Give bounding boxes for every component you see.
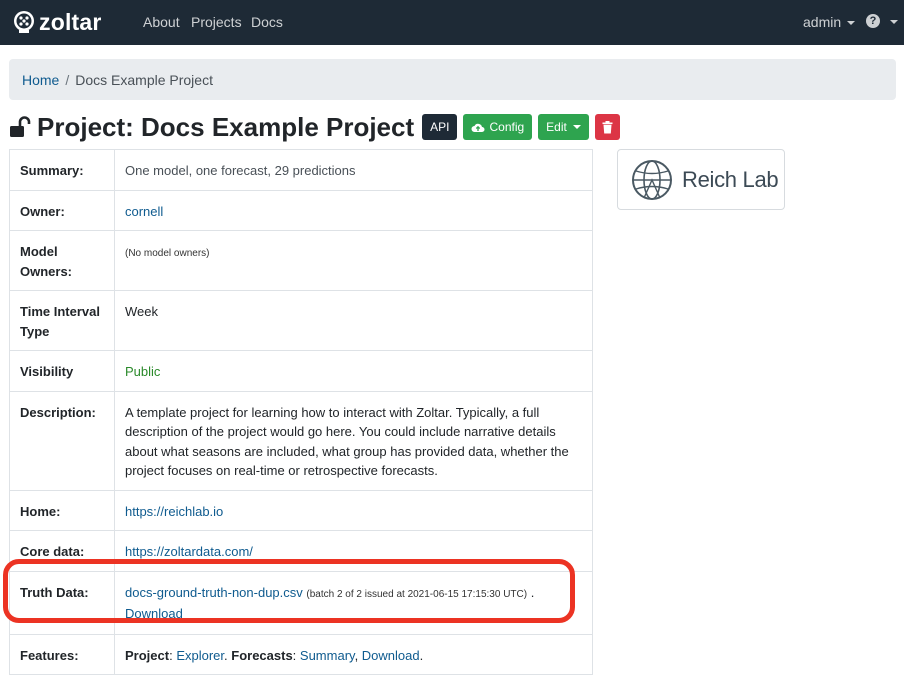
description-label: Description:	[9, 390, 115, 491]
truth-data-batch-info: (batch 2 of 2 issued at 2021-06-15 17:15…	[306, 588, 528, 600]
question-circle-icon[interactable]: ?	[866, 14, 880, 28]
time-interval-label: Time Interval Type	[9, 290, 115, 351]
table-row: Features: Project: Explorer. Forecasts: …	[9, 633, 593, 675]
table-row: Owner: cornell	[9, 189, 593, 231]
table-row: Core data: https://zoltardata.com/	[9, 530, 593, 572]
table-row: Truth Data: docs-ground-truth-non-dup.cs…	[9, 570, 593, 635]
nav-docs[interactable]: Docs	[251, 14, 283, 30]
core-data-label: Core data:	[9, 530, 115, 572]
brand-name: zoltar	[39, 8, 102, 35]
table-row: Time Interval Type Week	[9, 290, 593, 351]
nav-projects[interactable]: Projects	[191, 14, 242, 30]
home-label: Home:	[9, 489, 115, 531]
table-row: Visibility Public	[9, 350, 593, 392]
cloud-upload-icon	[471, 123, 485, 132]
edit-dropdown-button[interactable]: Edit	[538, 114, 589, 140]
edit-button-label: Edit	[546, 120, 567, 134]
table-row: Summary: One model, one forecast, 29 pre…	[9, 149, 593, 191]
breadcrumb-home[interactable]: Home	[22, 72, 59, 88]
table-row: Description: A template project for lear…	[9, 390, 593, 491]
delete-button[interactable]	[594, 114, 620, 140]
chevron-down-icon	[847, 21, 856, 26]
visibility-value: Public	[125, 364, 161, 379]
help-chevron-down-icon[interactable]	[890, 20, 898, 24]
features-end-dot: .	[419, 647, 424, 663]
brand-link[interactable]: zoltar	[12, 6, 102, 38]
config-button[interactable]: Config	[463, 114, 533, 140]
title-row: Project: Docs Example Project API Config…	[9, 110, 620, 144]
zoltar-logo-icon	[14, 11, 34, 33]
model-owners-label: Model Owners:	[9, 230, 115, 291]
top-navbar: zoltar About Projects Docs admin ?	[0, 0, 904, 45]
truth-data-dot: .	[530, 584, 535, 600]
features-label: Features:	[9, 633, 115, 675]
features-summary-link[interactable]: Summary	[300, 648, 355, 663]
core-data-link[interactable]: https://zoltardata.com/	[125, 544, 253, 559]
breadcrumb-current: Docs Example Project	[75, 71, 213, 88]
time-interval-value: Week	[114, 290, 593, 351]
globe-icon	[632, 159, 672, 200]
breadcrumb-separator: /	[65, 71, 70, 88]
reich-lab-logo-card[interactable]: Reich Lab	[617, 149, 785, 210]
project-info-table: Summary: One model, one forecast, 29 pre…	[9, 149, 593, 675]
page-title: Project: Docs Example Project	[37, 111, 415, 142]
api-button[interactable]: API	[422, 114, 458, 140]
user-menu[interactable]: admin	[803, 14, 856, 30]
table-row: Home: https://reichlab.io	[9, 489, 593, 531]
description-value: A template project for learning how to i…	[114, 390, 593, 491]
features-comma: ,	[354, 647, 362, 663]
summary-label: Summary:	[9, 149, 115, 191]
visibility-label: Visibility	[9, 350, 115, 392]
breadcrumb: Home / Docs Example Project	[9, 59, 896, 100]
trash-icon	[602, 120, 613, 133]
home-link[interactable]: https://reichlab.io	[125, 504, 223, 519]
owner-label: Owner:	[9, 189, 115, 231]
reich-lab-name: Reich Lab	[682, 166, 779, 192]
table-row: Model Owners: (No model owners)	[9, 230, 593, 291]
features-project-label: Project	[125, 647, 170, 663]
truth-data-download-link[interactable]: Download	[125, 606, 183, 621]
features-explorer-link[interactable]: Explorer	[176, 648, 224, 663]
features-forecasts-label: Forecasts	[231, 647, 293, 663]
model-owners-value: (No model owners)	[125, 248, 210, 259]
truth-data-file-link[interactable]: docs-ground-truth-non-dup.csv	[125, 585, 303, 600]
lock-open-icon	[10, 116, 31, 137]
chevron-down-icon	[572, 125, 581, 129]
owner-link[interactable]: cornell	[125, 204, 163, 219]
features-download-link[interactable]: Download	[362, 648, 420, 663]
nav-about[interactable]: About	[143, 14, 180, 30]
config-button-label: Config	[489, 120, 525, 134]
user-name: admin	[803, 14, 842, 30]
summary-value: One model, one forecast, 29 predictions	[114, 149, 593, 191]
truth-data-label: Truth Data:	[9, 570, 115, 635]
features-colon: :	[292, 647, 300, 663]
